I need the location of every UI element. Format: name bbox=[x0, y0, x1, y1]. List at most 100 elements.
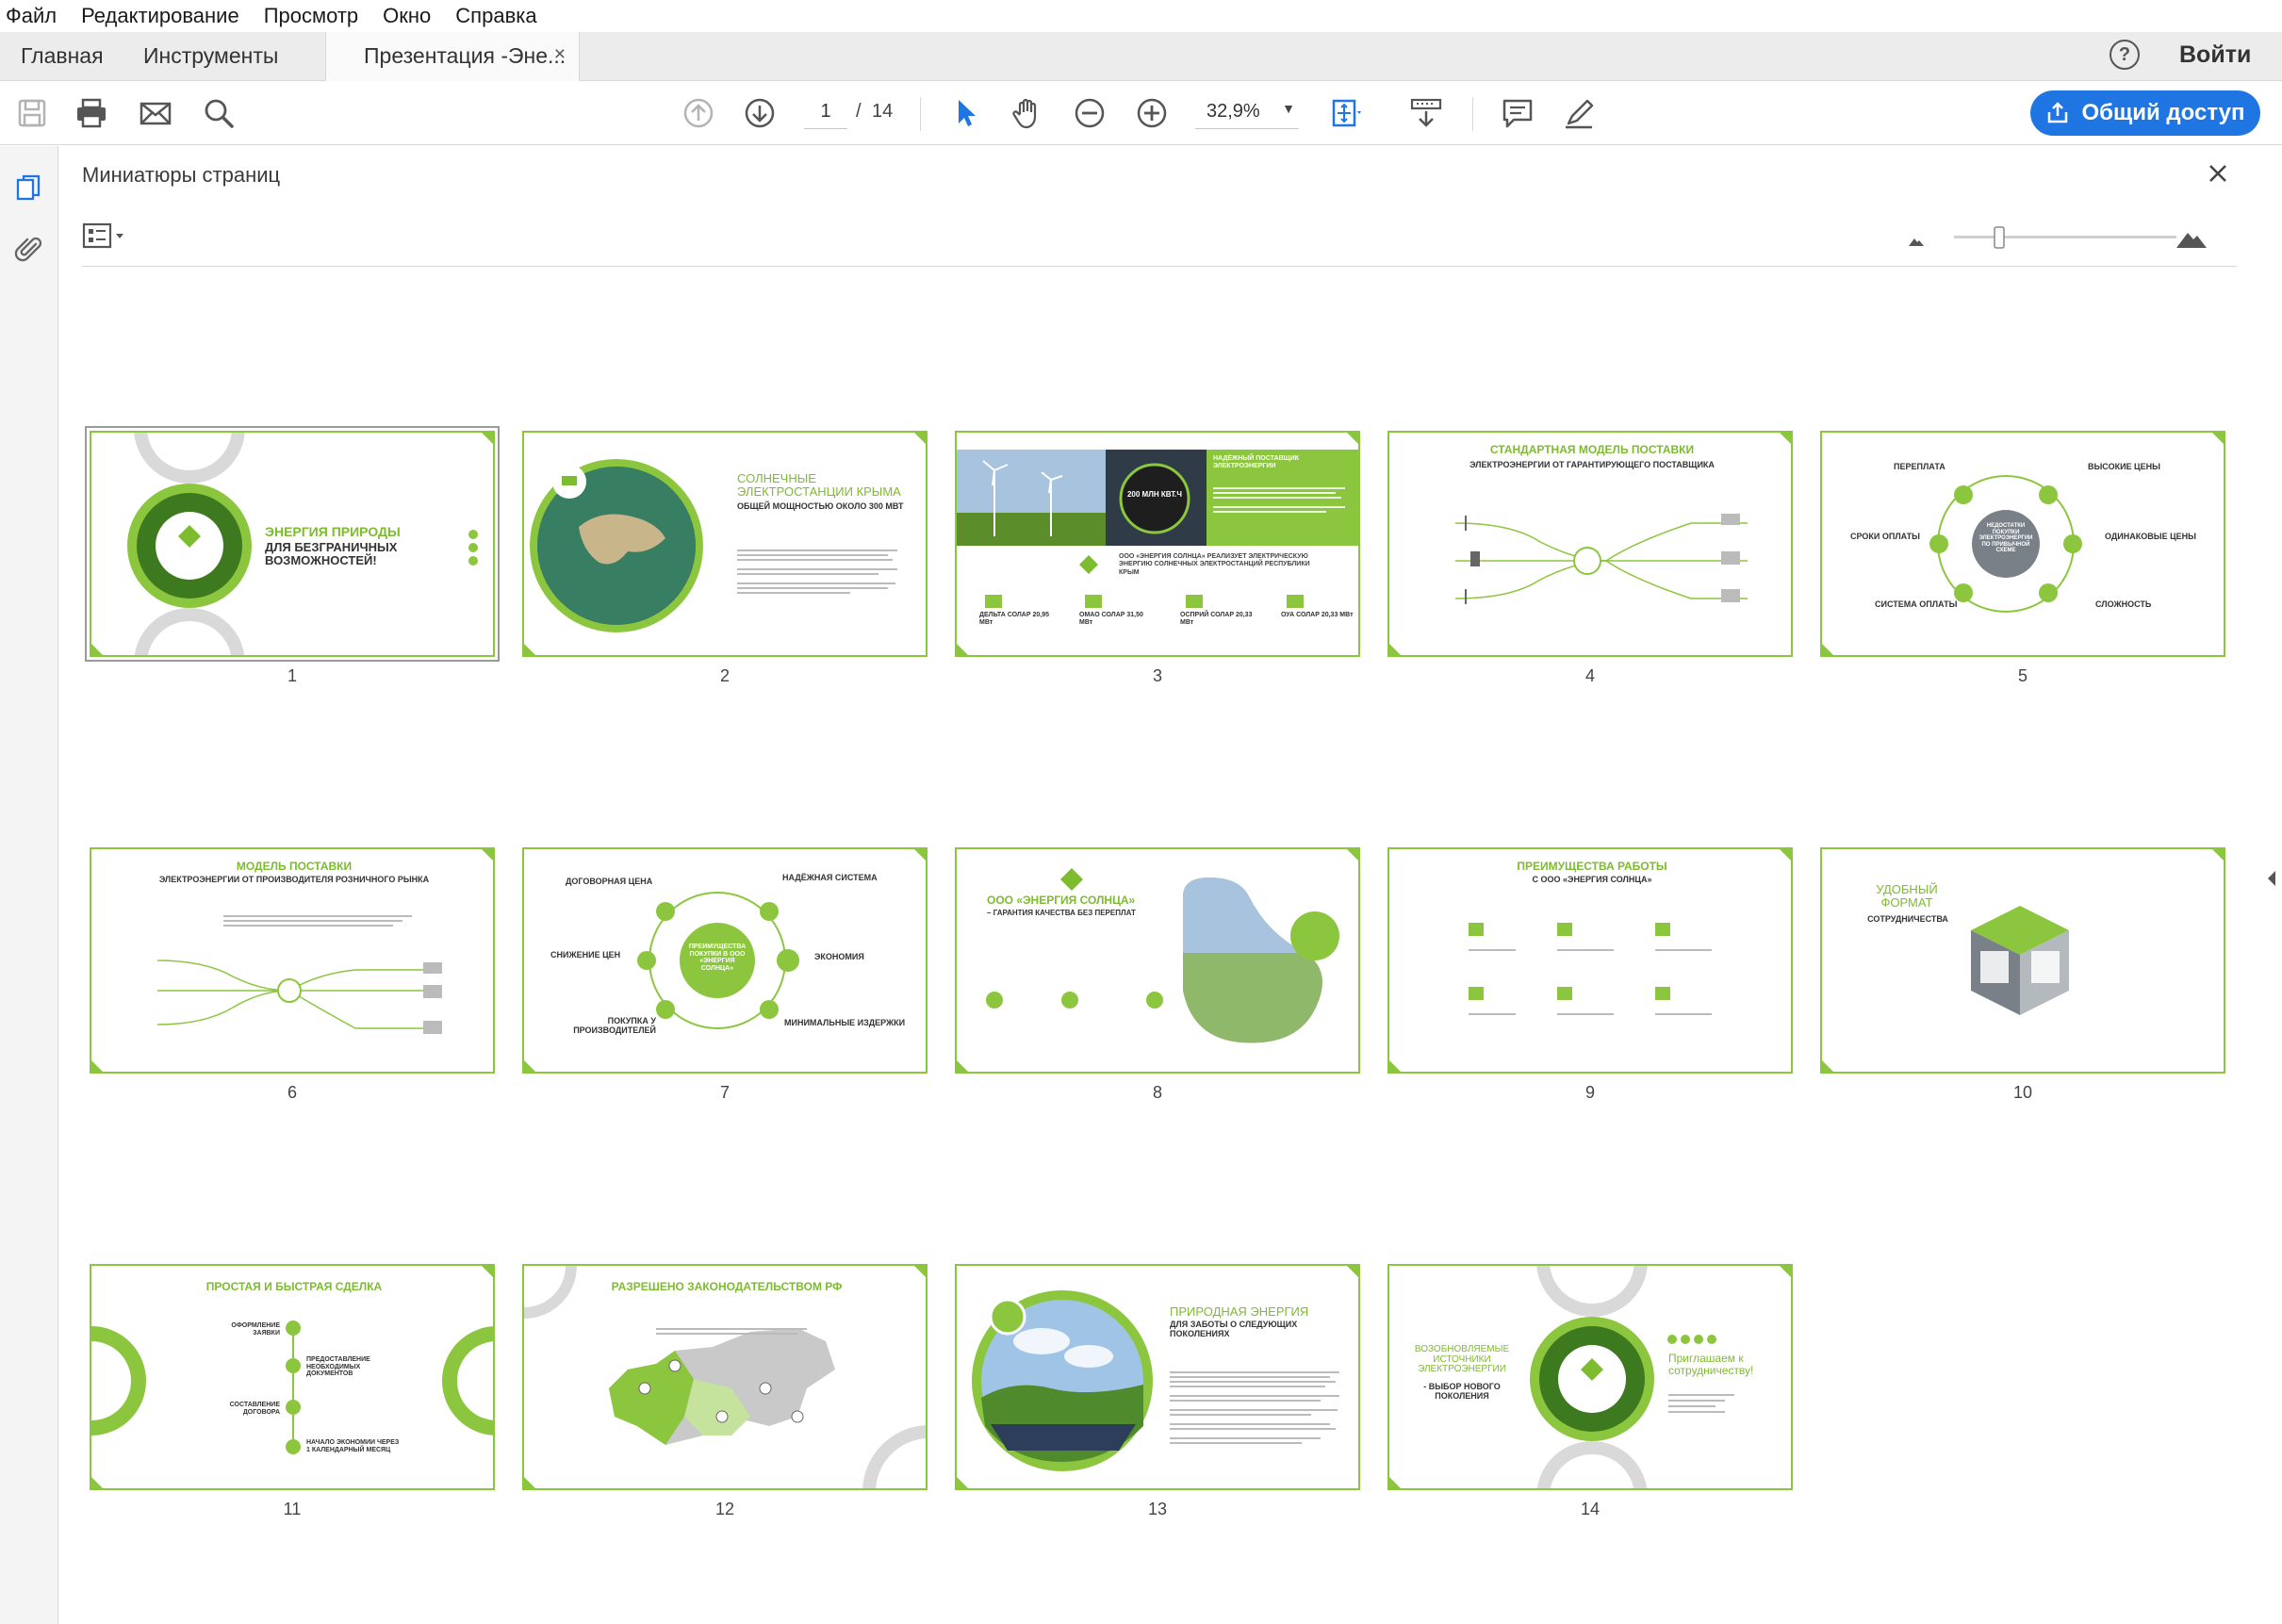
slide-3-badge: 200 МЛН КВТ.Ч bbox=[1126, 490, 1183, 499]
slide-9-title: ПРЕИМУЩЕСТВА РАБОТЫ bbox=[1517, 860, 1667, 873]
help-icon[interactable]: ? bbox=[2110, 40, 2140, 70]
slide-5-center: НЕДОСТАТКИ ПОКУПКИ ЭЛЕКТРОЭНЕРГИИ ПО ПРИ… bbox=[1978, 523, 2033, 554]
page-thumbnail-7[interactable]: ПРЕИМУЩЕСТВА ПОКУПКИ В ООО «ЭНЕРГИЯ СОЛН… bbox=[522, 847, 928, 1074]
toolbar-divider bbox=[1472, 97, 1473, 131]
comment-icon[interactable] bbox=[1500, 95, 1535, 131]
panel-divider bbox=[82, 266, 2237, 267]
page-thumbnail-9[interactable]: ПРЕИМУЩЕСТВА РАБОТЫ С ООО «ЭНЕРГИЯ СОЛНЦ… bbox=[1387, 847, 1793, 1074]
thumbnails-panel: Миниатюры страниц ЭНЕРГИЯ ПРИРОДЫ ДЛЯ БЕ… bbox=[59, 146, 2263, 1624]
page-thumbnail-8[interactable]: ООО «ЭНЕРГИЯ СОЛНЦА» – ГАРАНТИЯ КАЧЕСТВА… bbox=[955, 847, 1360, 1074]
slide-11-step: НАЧАЛО ЭКОНОМИИ ЧЕРЕЗ 1 КАЛЕНДАРНЫЙ МЕСЯ… bbox=[306, 1439, 400, 1453]
slider-thumb[interactable] bbox=[1994, 226, 2005, 249]
draw-pen-icon[interactable] bbox=[1561, 95, 1597, 131]
fit-page-icon[interactable] bbox=[1329, 95, 1365, 131]
slide-13-graphic bbox=[972, 1290, 1339, 1471]
slide-11-step: ОФОРМЛЕНИЕ ЗАЯВКИ bbox=[231, 1322, 280, 1337]
page-thumbnail-10[interactable]: УДОБНЫЙ ФОРМАТ СОТРУДНИЧЕСТВА bbox=[1820, 847, 2225, 1074]
previous-page-icon[interactable] bbox=[681, 95, 716, 131]
save-icon[interactable] bbox=[14, 95, 50, 131]
navigation-rail bbox=[0, 146, 58, 1624]
slide-3-station: ОУА СОЛАР 20,33 МВт bbox=[1281, 612, 1354, 618]
close-icon[interactable] bbox=[2204, 159, 2232, 188]
slide-14-invite: Приглашаем к сотрудничеству! bbox=[1668, 1352, 1754, 1377]
slide-5-label: ПЕРЕПЛАТА bbox=[1894, 462, 1945, 471]
tab-home[interactable]: Главная bbox=[21, 43, 104, 69]
slide-11-title: ПРОСТАЯ И БЫСТРАЯ СДЕЛКА bbox=[205, 1280, 383, 1293]
page-number-label: 14 bbox=[1580, 1500, 1601, 1518]
toolbar: / 14 32,9% ▼ Общий доступ bbox=[0, 82, 2282, 145]
share-button[interactable]: Общий доступ bbox=[2030, 90, 2260, 136]
page-thumbnail-4[interactable]: СТАНДАРТНАЯ МОДЕЛЬ ПОСТАВКИ ЭЛЕКТРОЭНЕРГ… bbox=[1387, 431, 1793, 657]
zoom-select[interactable]: 32,9% ▼ bbox=[1195, 95, 1299, 129]
panel-title: Миниатюры страниц bbox=[82, 163, 281, 187]
slide-14-graphic bbox=[1530, 1266, 1734, 1488]
thumbnail-size-slider[interactable] bbox=[1907, 225, 2208, 255]
menu-edit[interactable]: Редактирование bbox=[81, 4, 239, 28]
slide-9-subtitle: С ООО «ЭНЕРГИЯ СОЛНЦА» bbox=[1532, 875, 1652, 884]
slide-3-station: ОСПРИЙ СОЛАР 20,33 МВт bbox=[1180, 612, 1253, 626]
page-number-input[interactable] bbox=[804, 95, 847, 129]
zoom-value: 32,9% bbox=[1207, 101, 1260, 122]
slide-3-title: НАДЁЖНЫЙ ПОСТАВЩИК ЭЛЕКТРОЭНЕРГИИ bbox=[1213, 455, 1299, 469]
tab-tools[interactable]: Инструменты bbox=[143, 43, 278, 69]
slide-2-title: СОЛНЕЧНЫЕ ЭЛЕКТРОСТАНЦИИ КРЫМА bbox=[737, 471, 901, 499]
menu-window[interactable]: Окно bbox=[383, 4, 431, 28]
attachments-icon[interactable] bbox=[13, 233, 45, 265]
print-icon[interactable] bbox=[74, 95, 109, 131]
hand-tool-icon[interactable] bbox=[1010, 95, 1045, 131]
page-thumbnail-13[interactable]: ПРИРОДНАЯ ЭНЕРГИЯ ДЛЯ ЗАБОТЫ О СЛЕДУЮЩИХ… bbox=[955, 1264, 1360, 1490]
slide-7-label: ДОГОВОРНАЯ ЦЕНА bbox=[566, 877, 653, 886]
page-number-label: 2 bbox=[719, 666, 730, 685]
slide-7-center: ПРЕИМУЩЕСТВА ПОКУПКИ В ООО «ЭНЕРГИЯ СОЛН… bbox=[688, 943, 747, 973]
scroll-mode-icon[interactable] bbox=[1408, 95, 1444, 131]
page-thumbnails-icon[interactable] bbox=[13, 172, 45, 205]
slide-7-label: ПОКУПКА У ПРОИЗВОДИТЕЛЕЙ bbox=[573, 1016, 656, 1035]
slide-13-subtitle: ДЛЯ ЗАБОТЫ О СЛЕДУЮЩИХ ПОКОЛЕНИЯХ bbox=[1170, 1320, 1298, 1338]
page-number-label: 9 bbox=[1584, 1083, 1595, 1102]
page-thumbnail-3[interactable]: 200 МЛН КВТ.Ч НАДЁЖНЫЙ ПОСТАВЩИК ЭЛЕКТРО… bbox=[955, 431, 1360, 657]
menu-file[interactable]: Файл bbox=[6, 4, 57, 28]
slide-3-subtitle: ООО «ЭНЕРГИЯ СОЛНЦА» РЕАЛИЗУЕТ ЭЛЕКТРИЧЕ… bbox=[1119, 553, 1310, 576]
select-cursor-icon[interactable] bbox=[947, 95, 983, 131]
thumbnail-options-menu[interactable] bbox=[82, 221, 133, 252]
page-thumbnail-14[interactable]: ВОЗОБНОВЛЯЕМЫЕ ИСТОЧНИКИ ЭЛЕКТРОЭНЕРГИИ … bbox=[1387, 1264, 1793, 1490]
signin-button[interactable]: Войти bbox=[2179, 41, 2251, 69]
page-thumbnail-12[interactable]: РАЗРЕШЕНО ЗАКОНОДАТЕЛЬСТВОМ РФ bbox=[522, 1264, 928, 1490]
slide-1-subtitle: ДЛЯ БЕЗГРАНИЧНЫХ ВОЗМОЖНОСТЕЙ! bbox=[265, 540, 398, 568]
slide-2-subtitle: ОБЩЕЙ МОЩНОСТЬЮ ОКОЛО 300 МВТ bbox=[737, 501, 904, 511]
slide-5-label: ВЫСОКИЕ ЦЕНЫ bbox=[2088, 462, 2160, 471]
collapse-right-pane-icon[interactable] bbox=[2265, 867, 2278, 890]
zoom-in-icon[interactable] bbox=[1134, 95, 1170, 131]
page-number-label: 7 bbox=[719, 1083, 730, 1102]
slide-7-label: НАДЁЖНАЯ СИСТЕМА bbox=[782, 873, 878, 882]
page-number-label: 4 bbox=[1584, 666, 1595, 685]
page-thumbnail-6[interactable]: МОДЕЛЬ ПОСТАВКИ ЭЛЕКТРОЭНЕРГИИ ОТ ПРОИЗВ… bbox=[90, 847, 495, 1074]
page-thumbnail-2[interactable]: СОЛНЕЧНЫЕ ЭЛЕКТРОСТАНЦИИ КРЫМА ОБЩЕЙ МОЩ… bbox=[522, 431, 928, 657]
slide-10-subtitle: СОТРУДНИЧЕСТВА bbox=[1867, 914, 1948, 924]
page-thumbnail-5[interactable]: НЕДОСТАТКИ ПОКУПКИ ЭЛЕКТРОЭНЕРГИИ ПО ПРИ… bbox=[1820, 431, 2225, 657]
large-mountain-icon bbox=[2176, 233, 2207, 248]
zoom-out-icon[interactable] bbox=[1072, 95, 1108, 131]
slide-14-subtitle: - ВЫБОР НОВОГО ПОКОЛЕНИЯ bbox=[1423, 1382, 1501, 1401]
page-number-label: 8 bbox=[1152, 1083, 1162, 1102]
small-mountain-icon bbox=[1909, 238, 1924, 246]
slide-11-graphic bbox=[91, 1321, 493, 1454]
page-thumbnail-1[interactable]: ЭНЕРГИЯ ПРИРОДЫ ДЛЯ БЕЗГРАНИЧНЫХ ВОЗМОЖН… bbox=[85, 426, 500, 662]
next-page-icon[interactable] bbox=[742, 95, 778, 131]
slide-7-label: ЭКОНОМИЯ bbox=[814, 952, 864, 961]
close-tab-icon[interactable]: × bbox=[554, 43, 566, 66]
page-total: 14 bbox=[872, 101, 894, 122]
tab-document[interactable]: Презентация -Эне... × bbox=[325, 32, 580, 81]
slide-3-station: ОМАО СОЛАР 31,50 МВт bbox=[1079, 612, 1143, 626]
slide-8-title: ООО «ЭНЕРГИЯ СОЛНЦА» bbox=[987, 894, 1136, 907]
slide-12-title: РАЗРЕШЕНО ЗАКОНОДАТЕЛЬСТВОМ РФ bbox=[611, 1280, 843, 1293]
search-icon[interactable] bbox=[201, 95, 237, 131]
page-thumbnail-11[interactable]: ПРОСТАЯ И БЫСТРАЯ СДЕЛКА ОФОРМЛЕНИЕ ЗАЯВ… bbox=[90, 1264, 495, 1490]
slide-7-label: СНИЖЕНИЕ ЦЕН bbox=[550, 950, 621, 960]
share-icon bbox=[2048, 102, 2068, 123]
slide-8-subtitle: – ГАРАНТИЯ КАЧЕСТВА БЕЗ ПЕРЕПЛАТ bbox=[987, 909, 1136, 917]
email-icon[interactable] bbox=[138, 95, 173, 131]
menu-bar: Файл Редактирование Просмотр Окно Справк… bbox=[0, 0, 2282, 32]
menu-view[interactable]: Просмотр bbox=[264, 4, 358, 28]
menu-help[interactable]: Справка bbox=[455, 4, 536, 28]
